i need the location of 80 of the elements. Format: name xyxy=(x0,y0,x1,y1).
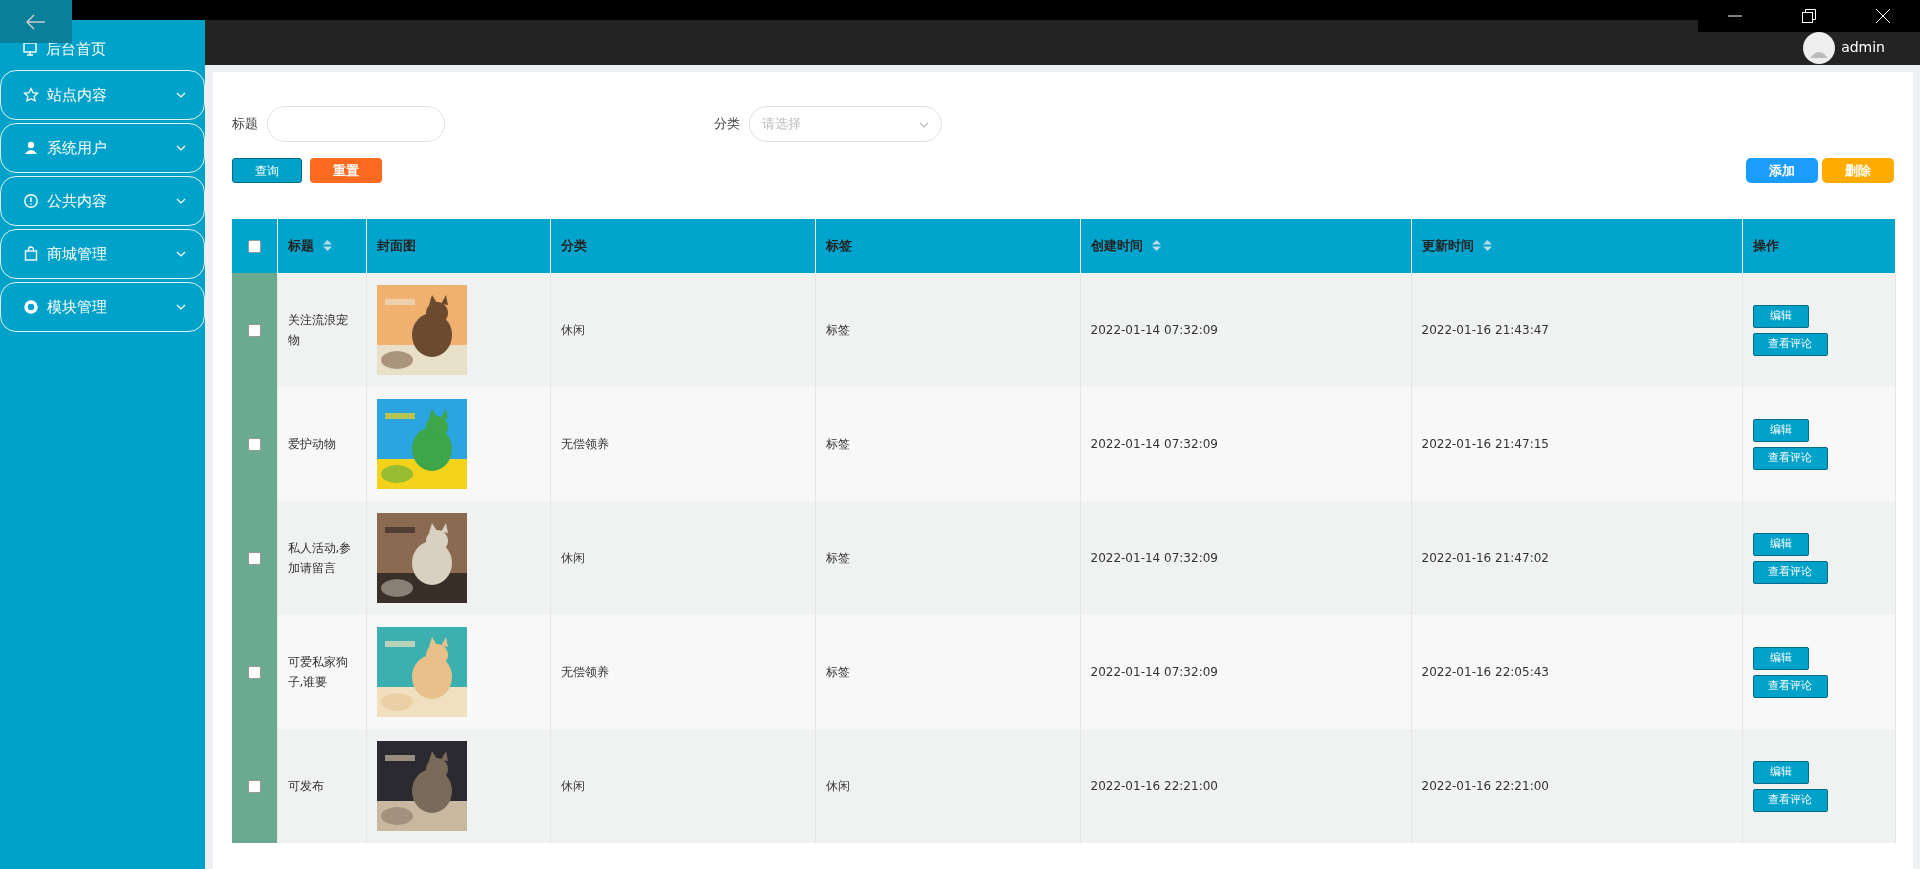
row-checkbox[interactable] xyxy=(247,438,261,451)
user-icon xyxy=(23,140,39,156)
comments-button[interactable]: 查看评论 xyxy=(1752,332,1828,356)
tag-text: 标签 xyxy=(825,437,850,451)
sidebar-item[interactable]: 模块管理 xyxy=(0,282,205,332)
edit-button[interactable]: 编辑 xyxy=(1752,532,1809,556)
date-text: 2022-01-16 21:47:15 xyxy=(1421,437,1549,451)
edit-button[interactable]: 编辑 xyxy=(1752,646,1809,670)
shopping-bag-icon xyxy=(23,246,39,262)
sort-icon[interactable] xyxy=(1483,240,1493,252)
date-text: 2022-01-16 22:05:43 xyxy=(1421,665,1549,679)
edit-button[interactable]: 编辑 xyxy=(1752,760,1809,784)
field-label: 分类 xyxy=(714,115,740,134)
comments-button[interactable]: 查看评论 xyxy=(1752,674,1828,698)
column-header[interactable]: 封面图 xyxy=(376,238,416,254)
comments-button[interactable]: 查看评论 xyxy=(1752,560,1828,584)
date-text: 2022-01-16 22:21:00 xyxy=(1421,779,1549,793)
date-text: 2022-01-14 07:32:09 xyxy=(1090,437,1218,451)
tag-text: 标签 xyxy=(825,665,850,679)
category-text: 休闲 xyxy=(560,323,585,337)
chevron-icon xyxy=(176,251,186,257)
row-checkbox[interactable] xyxy=(247,780,261,793)
delete-button[interactable]: 删除 xyxy=(1822,158,1894,183)
date-text: 2022-01-16 22:21:00 xyxy=(1090,779,1218,793)
category-text: 休闲 xyxy=(560,779,585,793)
star-icon xyxy=(23,87,39,103)
chevron-icon xyxy=(176,145,186,151)
date-text: 2022-01-14 07:32:09 xyxy=(1090,665,1218,679)
title-text: 私人活动,参加请留言 xyxy=(287,540,353,577)
comments-button[interactable]: 查看评论 xyxy=(1752,788,1828,812)
sidebar-item[interactable]: 商城管理 xyxy=(0,229,205,279)
date-text: 2022-01-14 07:32:09 xyxy=(1090,551,1218,565)
info-icon xyxy=(23,193,39,209)
title-text: 关注流浪宠物 xyxy=(287,312,349,349)
date-text: 2022-01-16 21:47:02 xyxy=(1421,551,1549,565)
add-button[interactable]: 添加 xyxy=(1746,158,1818,183)
title-text: 爱护动物 xyxy=(287,436,336,453)
query-button[interactable]: 查询 xyxy=(232,158,302,183)
row-checkbox[interactable] xyxy=(247,666,261,679)
field-label: 标题 xyxy=(232,115,258,134)
comments-button[interactable]: 查看评论 xyxy=(1752,446,1828,470)
row-checkbox[interactable] xyxy=(247,552,261,565)
title-text: 可爱私家狗子,谁要 xyxy=(287,654,349,691)
column-header[interactable]: 标签 xyxy=(825,238,852,254)
title-text: 可发布 xyxy=(287,778,324,795)
edit-button[interactable]: 编辑 xyxy=(1752,304,1809,328)
category-text: 无偿领养 xyxy=(560,437,609,451)
column-header[interactable]: 更新时间 xyxy=(1421,238,1474,254)
sidebar-item[interactable]: 系统用户 xyxy=(0,123,205,173)
title-input[interactable] xyxy=(267,106,445,142)
monitor-icon xyxy=(22,41,38,57)
restore-icon[interactable] xyxy=(1801,8,1817,24)
sidebar-item[interactable]: 公共内容 xyxy=(0,176,205,226)
back-arrow-icon[interactable] xyxy=(26,13,46,30)
chevron-icon xyxy=(176,92,186,98)
select-all-checkbox[interactable] xyxy=(247,240,261,254)
column-header[interactable]: 创建时间 xyxy=(1090,238,1143,254)
date-text: 2022-01-14 07:32:09 xyxy=(1090,323,1218,337)
avatar-icon[interactable] xyxy=(1803,32,1836,64)
chevron-icon xyxy=(176,304,186,310)
tag-text: 休闲 xyxy=(825,779,850,793)
chevron-icon xyxy=(176,198,186,204)
category-text: 无偿领养 xyxy=(560,665,609,679)
circle-icon xyxy=(23,299,39,315)
category-text: 休闲 xyxy=(560,551,585,565)
column-header[interactable]: 标题 xyxy=(287,238,314,254)
sidebar-item[interactable]: 站点内容 xyxy=(0,70,205,120)
reset-button[interactable]: 重置 xyxy=(310,158,382,183)
column-header[interactable]: 操作 xyxy=(1752,238,1779,254)
edit-button[interactable]: 编辑 xyxy=(1752,418,1809,442)
date-text: 2022-01-16 21:43:47 xyxy=(1421,323,1549,337)
row-checkbox[interactable] xyxy=(247,324,261,337)
sort-icon[interactable] xyxy=(1152,240,1162,252)
user-name[interactable]: admin xyxy=(1841,37,1885,58)
sort-icon[interactable] xyxy=(323,240,333,252)
tag-text: 标签 xyxy=(825,551,850,565)
column-header[interactable]: 分类 xyxy=(560,238,587,254)
tag-text: 标签 xyxy=(825,323,850,337)
close-icon[interactable] xyxy=(1875,8,1891,24)
caret-icon xyxy=(919,121,929,128)
